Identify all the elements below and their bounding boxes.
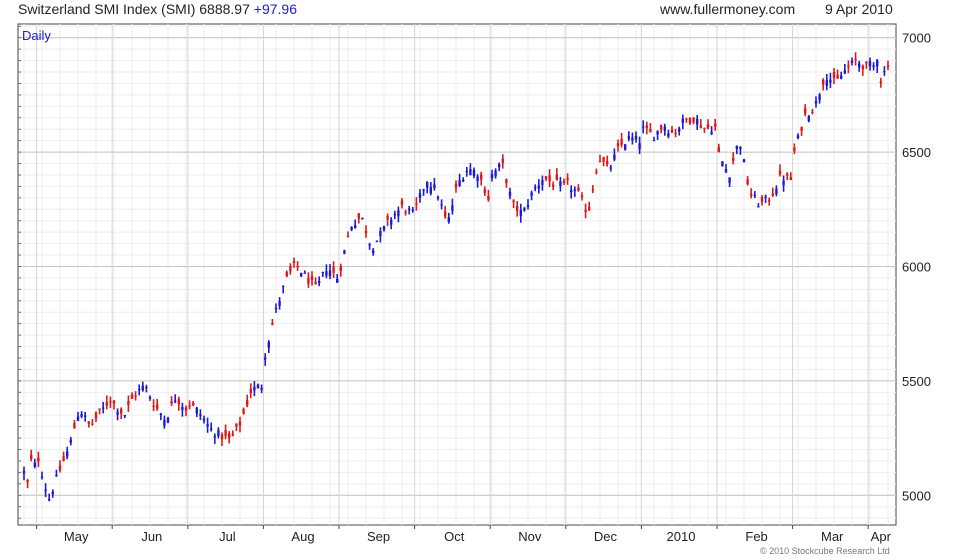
period-label: Daily — [22, 28, 51, 43]
x-tick-label: 2010 — [667, 529, 696, 544]
ohlc-chart: May Jun Jul Aug Sep Oct Nov Dec 2010 Feb Mar Apr 50… — [17, 23, 931, 544]
x-axis: May Jun Jul Aug Sep Oct Nov Dec 2010 Feb Mar Apr — [36, 525, 892, 544]
y-tick-label: 5000 — [902, 488, 931, 503]
x-tick-label: Jul — [219, 529, 236, 544]
x-tick-label: Aug — [291, 529, 314, 544]
ohlc-bar — [742, 158, 746, 163]
x-tick-label: May — [64, 529, 89, 544]
y-tick-label: 5500 — [902, 374, 931, 389]
x-tick-label: Dec — [594, 529, 618, 544]
x-tick-label: Nov — [518, 529, 542, 544]
y-tick-label: 6500 — [902, 145, 931, 160]
y-tick-label: 7000 — [902, 31, 931, 46]
x-tick-label: Jun — [141, 529, 162, 544]
ohlc-bar — [721, 161, 724, 167]
ohlc-bar — [166, 416, 170, 424]
ohlc-bar — [624, 143, 627, 151]
x-tick-label: Mar — [821, 529, 844, 544]
x-tick-label: Feb — [745, 529, 767, 544]
x-tick-label: Sep — [367, 529, 390, 544]
x-tick-label: Apr — [871, 529, 892, 544]
copyright-note: © 2010 Stockcube Research Ltd — [760, 546, 890, 556]
x-tick-label: Oct — [444, 529, 465, 544]
y-tick-label: 6000 — [902, 259, 931, 274]
